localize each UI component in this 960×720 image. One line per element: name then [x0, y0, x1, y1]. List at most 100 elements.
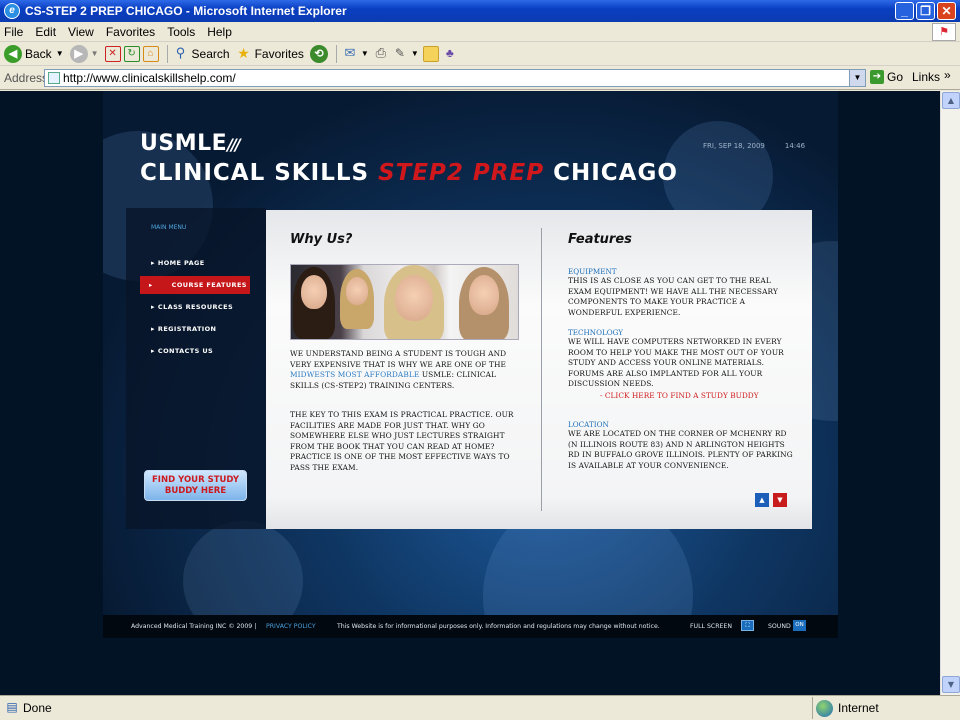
find-study-buddy-button[interactable]: FIND YOUR STUDY BUDDY HERE: [144, 470, 247, 501]
menu-home-page[interactable]: ▸ HOME PAGE: [151, 259, 205, 267]
vertical-scrollbar[interactable]: ▲ ▼: [940, 91, 960, 695]
favorites-label: Favorites: [254, 46, 304, 61]
print-icon[interactable]: ⎙: [373, 45, 389, 62]
toolbar: ◀ Back ▼ ▶ ▼ ✕ ↻ ⌂ ⚲ Search ★ Favorites …: [0, 42, 960, 66]
back-dropdown-icon[interactable]: ▼: [56, 49, 64, 58]
windows-flag-icon: ⚑: [932, 23, 956, 41]
menu-contacts-us[interactable]: ▸ CONTACTS US: [151, 347, 213, 355]
scroll-down-button[interactable]: ▼: [773, 493, 787, 507]
scroll-down-arrow-icon[interactable]: ▼: [942, 676, 960, 693]
feature-technology-title: Technology: [568, 328, 624, 337]
mail-dropdown-icon[interactable]: ▼: [361, 49, 369, 58]
back-label: Back: [25, 46, 52, 61]
status-bar: ▤ Done Internet: [0, 695, 960, 720]
column-divider: [541, 228, 542, 511]
window-titlebar: e CS-STEP 2 PREP CHICAGO - Microsoft Int…: [0, 0, 960, 22]
site-page: USMLE/// CLINICAL SKILLS STEP2 PREP CHIC…: [103, 91, 838, 638]
bullet-icon: ▸: [149, 281, 153, 289]
security-zone: Internet: [812, 697, 960, 719]
search-button[interactable]: ⚲ Search: [173, 45, 230, 62]
logo-usmle-text: USMLE: [140, 131, 228, 156]
menu-file[interactable]: File: [4, 25, 23, 39]
feature-location-title: Location: [568, 420, 609, 429]
privacy-policy-link[interactable]: PRIVACY POLICY: [266, 623, 316, 630]
page-done-icon: ▤: [6, 700, 18, 714]
toolbar-separator: [335, 44, 337, 63]
features-heading: Features: [568, 232, 632, 247]
site-logo-usmle: USMLE///: [140, 131, 241, 156]
menu-help[interactable]: Help: [207, 25, 232, 39]
refresh-icon[interactable]: ↻: [123, 45, 140, 62]
feature-equipment-text: This is as close as you can get to the r…: [568, 276, 778, 317]
study-buddy-link[interactable]: - Click Here to find a study buddy: [600, 391, 759, 400]
stop-icon[interactable]: ✕: [104, 45, 121, 62]
logo-slashes-icon: ///: [227, 135, 240, 154]
date-time: FRI, SEP 18, 2009 14:46: [703, 142, 825, 150]
zone-label: Internet: [838, 701, 879, 715]
favorites-button[interactable]: ★ Favorites: [236, 46, 304, 62]
menu-course-features[interactable]: ▸ COURSE FEATURES: [140, 276, 250, 294]
bullet-icon: ▸: [151, 325, 155, 333]
address-url: http://www.clinicalskillshelp.com/: [63, 71, 236, 85]
browser-viewport: USMLE/// CLINICAL SKILLS STEP2 PREP CHIC…: [0, 91, 940, 695]
back-arrow-icon: ◀: [4, 44, 22, 63]
photo-face: [395, 275, 433, 321]
links-button[interactable]: Links: [912, 70, 940, 84]
site-logo-title: CLINICAL SKILLS STEP2 PREP CHICAGO: [140, 160, 678, 186]
menu-label: CLASS RESOURCES: [157, 303, 234, 311]
edit-dropdown-icon[interactable]: ▼: [411, 49, 419, 58]
menu-label: HOME PAGE: [157, 259, 205, 267]
sound-on-toggle[interactable]: ON: [793, 620, 806, 631]
scroll-up-arrow-icon[interactable]: ▲: [942, 92, 960, 109]
menu-view[interactable]: View: [68, 25, 94, 39]
mail-icon[interactable]: ✉: [342, 45, 358, 62]
search-label: Search: [191, 46, 230, 61]
menu-edit[interactable]: Edit: [35, 25, 56, 39]
messenger-icon[interactable]: ♣: [442, 46, 458, 62]
menu-bar: File Edit View Favorites Tools Help: [0, 22, 960, 42]
minimize-button[interactable]: _: [895, 2, 914, 20]
menu-label: COURSE FEATURES: [171, 281, 247, 289]
photo-face: [469, 275, 499, 315]
footer-copyright: Advanced Medical Training INC © 2009 |: [131, 623, 257, 630]
address-dropdown-icon[interactable]: ▼: [849, 70, 865, 86]
site-footer: Advanced Medical Training INC © 2009 | P…: [103, 615, 838, 638]
forward-dropdown-icon[interactable]: ▼: [91, 49, 99, 58]
menu-class-resources[interactable]: ▸ CLASS RESOURCES: [151, 303, 233, 311]
globe-icon: [816, 699, 833, 717]
window-title: CS-STEP 2 PREP CHICAGO - Microsoft Inter…: [25, 4, 347, 18]
site-time: 14:46: [784, 142, 806, 150]
content-panel: Why Us? We understand being a student is…: [266, 210, 812, 529]
forward-button[interactable]: ▶ ▼: [69, 44, 99, 63]
students-photo: [290, 264, 519, 340]
photo-face: [301, 275, 327, 309]
full-screen-icon[interactable]: ⛶: [741, 620, 754, 631]
maximize-button[interactable]: ❐: [916, 2, 935, 20]
scroll-up-button[interactable]: ▲: [755, 493, 769, 507]
menu-label: CONTACTS US: [157, 347, 214, 355]
go-button[interactable]: ➔ Go: [870, 70, 903, 84]
ie-logo-icon: e: [4, 3, 20, 19]
address-input[interactable]: http://www.clinicalskillshelp.com/ ▼: [44, 69, 866, 87]
discuss-icon[interactable]: [422, 45, 439, 62]
feature-technology-text: We will have computers networked in ever…: [568, 337, 784, 389]
logo-step2-prep: STEP2 PREP: [378, 160, 545, 186]
menu-tools[interactable]: Tools: [167, 25, 195, 39]
status-text: Done: [23, 701, 52, 715]
close-button[interactable]: ✕: [937, 2, 956, 20]
address-bar: Address http://www.clinicalskillshelp.co…: [0, 66, 960, 90]
why-p1-text: We understand being a student is tough a…: [290, 349, 507, 369]
bullet-icon: ▸: [151, 259, 155, 267]
why-us-paragraph-2: The key to this exam is practical practi…: [290, 410, 514, 472]
history-icon[interactable]: ⟲: [309, 44, 328, 63]
links-chevron-icon[interactable]: »: [944, 68, 951, 82]
home-icon[interactable]: ⌂: [142, 45, 159, 62]
bullet-icon: ▸: [151, 347, 155, 355]
edit-icon[interactable]: ✎: [392, 46, 408, 62]
affordable-link[interactable]: Midwests most affordable: [290, 370, 419, 379]
menu-favorites[interactable]: Favorites: [106, 25, 155, 39]
status-left: ▤ Done: [0, 700, 700, 716]
menu-registration[interactable]: ▸ REGISTRATION: [151, 325, 216, 333]
back-button[interactable]: ◀ Back ▼: [4, 44, 64, 63]
why-us-heading: Why Us?: [290, 232, 353, 247]
